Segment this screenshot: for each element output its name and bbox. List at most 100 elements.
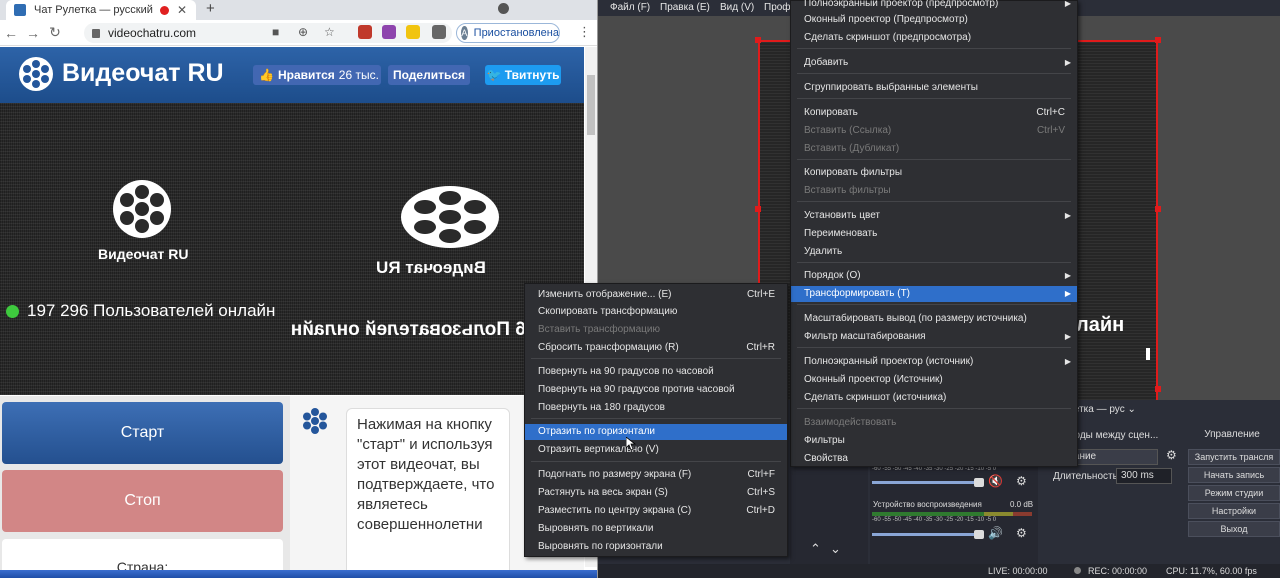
menu-item-rotate-cw[interactable]: Повернуть на 90 градусов по часовой: [525, 364, 787, 380]
avatar: А: [461, 26, 468, 40]
menu-separator: [531, 461, 781, 462]
menu-view[interactable]: Вид (V): [720, 2, 754, 13]
stop-button[interactable]: Стоп: [2, 470, 283, 532]
menu-item-align-horizontal[interactable]: Выровнять по горизонтали: [525, 539, 787, 555]
submenu-arrow-icon: ▶: [1064, 211, 1071, 220]
menu-item-stretch-screen[interactable]: Растянуть на весь экран (S) Ctrl+S: [525, 485, 787, 501]
transition-select[interactable]: хание: [1064, 449, 1158, 465]
scrollbar-thumb[interactable]: [587, 75, 595, 135]
facebook-share-button[interactable]: Поделиться: [388, 65, 470, 85]
menu-item-resize-output[interactable]: Масштабировать вывод (по размеру источни…: [791, 311, 1077, 327]
menu-item-rename[interactable]: Переименовать: [791, 226, 1077, 242]
resize-handle[interactable]: [755, 206, 761, 212]
menu-item-windowed-preview[interactable]: Оконный проектор (Предпросмотр): [791, 12, 1077, 28]
controls-header: Управление: [1204, 429, 1260, 440]
speaker-icon[interactable]: 🔊: [988, 526, 1003, 540]
menu-item-filters[interactable]: Фильтры: [791, 433, 1077, 449]
start-button[interactable]: Старт: [2, 402, 283, 464]
submenu-arrow-icon: ▶: [1064, 332, 1071, 341]
tweet-button[interactable]: 🐦 Твитнуть: [485, 65, 561, 85]
menu-item-rotate-ccw[interactable]: Повернуть на 90 градусов против часовой: [525, 382, 787, 398]
tab-search-icon[interactable]: [498, 3, 509, 14]
volume-knob-2[interactable]: [974, 530, 984, 539]
scene-list[interactable]: [790, 460, 868, 564]
menu-separator: [797, 408, 1071, 409]
exit-button[interactable]: Выход: [1188, 521, 1280, 537]
muted-speaker-icon[interactable]: 🔇: [988, 474, 1003, 488]
settings-button[interactable]: Настройки: [1188, 503, 1280, 519]
zoom-icon[interactable]: ⊕: [298, 25, 308, 39]
chevron-down-icon[interactable]: ⌄: [1127, 404, 1135, 415]
audio-mixer: -60 -55 -50 -45 -40 -35 -30 -25 -20 -15 …: [870, 460, 1038, 564]
menu-separator: [797, 48, 1071, 49]
volume-fader[interactable]: [872, 481, 982, 484]
yandex-extension-icon[interactable]: [406, 25, 420, 39]
menu-item-copy-filters[interactable]: Копировать фильтры: [791, 165, 1077, 181]
menu-item-delete[interactable]: Удалить: [791, 244, 1077, 260]
menu-item-screenshot-source[interactable]: Сделать скриншот (источника): [791, 390, 1077, 406]
rec-dot-icon: [1074, 567, 1081, 574]
address-bar[interactable]: videochatru.com ■ ⊕ ☆: [84, 23, 452, 43]
start-recording-button[interactable]: Начать запись: [1188, 467, 1280, 483]
menu-item-copy[interactable]: Копировать Ctrl+C: [791, 105, 1077, 121]
menu-item-transform[interactable]: Трансформировать (T) ▶: [791, 286, 1077, 302]
resize-handle[interactable]: [1155, 206, 1161, 212]
gear-icon[interactable]: ⚙: [1166, 448, 1177, 462]
menu-item-group[interactable]: Сгруппировать выбранные элементы: [791, 80, 1077, 96]
volume-knob[interactable]: [974, 478, 984, 487]
menu-item-center-screen[interactable]: Разместить по центру экрана (C) Ctrl+D: [525, 503, 787, 519]
resize-handle[interactable]: [1155, 37, 1161, 43]
menu-item-order[interactable]: Порядок (O) ▶: [791, 268, 1077, 284]
menu-item-screenshot-preview[interactable]: Сделать скриншот (предпросмотра): [791, 30, 1077, 46]
menu-item-fullscreen-source[interactable]: Полноэкранный проектор (источник) ▶: [791, 354, 1077, 370]
resize-handle[interactable]: [755, 37, 761, 43]
resize-handle[interactable]: [1155, 386, 1161, 392]
menu-item-flip-vertical[interactable]: Отразить вертикально (V): [525, 442, 787, 458]
level-meter: [872, 512, 1032, 516]
forward-icon[interactable]: →: [22, 25, 44, 41]
close-tab-icon[interactable]: ✕: [177, 3, 187, 17]
menu-item-fit-screen[interactable]: Подогнать по размеру экрана (F) Ctrl+F: [525, 467, 787, 483]
mixer-gear-icon-2[interactable]: ⚙: [1016, 526, 1027, 540]
camera-icon[interactable]: ■: [272, 25, 279, 39]
menu-item-set-color[interactable]: Установить цвет ▶: [791, 208, 1077, 224]
menu-item-properties[interactable]: Свойства: [791, 451, 1077, 467]
reload-icon[interactable]: ↻: [44, 24, 66, 41]
start-streaming-button[interactable]: Запустить трансля: [1188, 449, 1280, 465]
pen-extension-icon[interactable]: [382, 25, 396, 39]
menu-item-rotate-180[interactable]: Повернуть на 180 градусов: [525, 400, 787, 416]
duration-input[interactable]: 300 ms: [1116, 468, 1172, 484]
menu-item-windowed-source[interactable]: Оконный проектор (Источник): [791, 372, 1077, 388]
bookmark-star-icon[interactable]: ☆: [324, 25, 335, 39]
obs-context-menu: Полноэкранный проектор (предпросмотр) ▶ О…: [790, 0, 1078, 467]
facebook-like-button[interactable]: 👍 Нравится 26 тыс.: [253, 65, 381, 85]
adblock-extension-icon[interactable]: [358, 25, 372, 39]
studio-mode-button[interactable]: Режим студии: [1188, 485, 1280, 501]
browser-menu-icon[interactable]: ⋮: [578, 24, 591, 40]
menu-edit[interactable]: Правка (E): [660, 2, 710, 13]
duration-label: Длительность: [1053, 471, 1118, 482]
menu-file[interactable]: Файл (F): [610, 2, 650, 13]
url-text: videochatru.com: [108, 26, 197, 40]
move-up-icon[interactable]: ⌃: [810, 541, 821, 557]
menu-item-reset-transform[interactable]: Сбросить трансформацию (R) Ctrl+R: [525, 340, 787, 356]
extensions-puzzle-icon[interactable]: [432, 25, 446, 39]
menu-item-fullscreen-preview[interactable]: Полноэкранный проектор (предпросмотр) ▶: [791, 0, 1077, 12]
menu-item-add[interactable]: Добавить ▶: [791, 55, 1077, 71]
menu-item-flip-horizontal[interactable]: Отразить по горизонтали: [525, 424, 787, 440]
back-icon[interactable]: ←: [0, 25, 22, 41]
menu-item-scale-filter[interactable]: Фильтр масштабирования ▶: [791, 329, 1077, 345]
menu-item-copy-transform[interactable]: Скопировать трансформацию: [525, 304, 787, 320]
volume-fader-2[interactable]: [872, 533, 982, 536]
profile-button[interactable]: А Приостановлена: [456, 23, 560, 43]
scene-tab[interactable]: летка — рус ⌄: [1068, 404, 1136, 415]
move-down-icon[interactable]: ⌄: [830, 541, 841, 557]
new-tab-button[interactable]: +: [206, 0, 215, 18]
chat-logo-icon: [303, 408, 327, 434]
video-watermark-label: Видеочат RU: [98, 246, 189, 262]
menu-profile[interactable]: Проф: [764, 2, 791, 13]
browser-tab[interactable]: Чат Рулетка — русский видео ✕: [6, 0, 196, 20]
menu-item-edit-transform[interactable]: Изменить отображение... (E) Ctrl+E: [525, 287, 787, 303]
mixer-gear-icon[interactable]: ⚙: [1016, 474, 1027, 488]
menu-item-align-vertical[interactable]: Выровнять по вертикали: [525, 521, 787, 537]
